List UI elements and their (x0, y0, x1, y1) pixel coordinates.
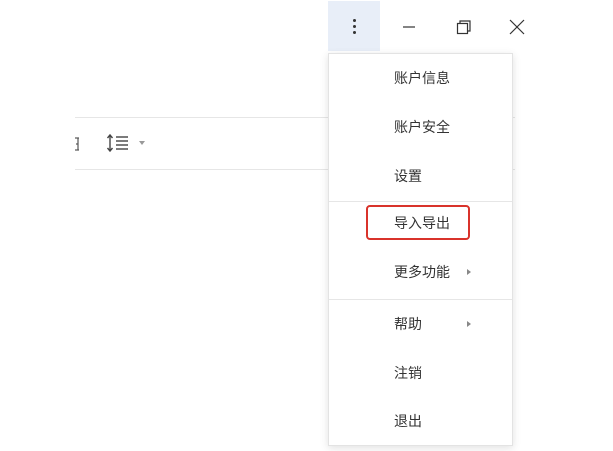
menu-item-label: 账户信息 (394, 71, 450, 87)
close-button[interactable] (492, 4, 542, 50)
menu-item-more-features[interactable]: 更多功能 (329, 252, 512, 292)
menu-item-help[interactable]: 帮助 (329, 304, 512, 344)
toolbar-partial-icon[interactable] (74, 135, 80, 153)
close-icon (509, 19, 525, 35)
menu-item-label: 设置 (394, 169, 422, 185)
submenu-arrow-icon (467, 321, 471, 327)
menu-item-label: 导入导出 (394, 216, 450, 232)
menu-item-label: 更多功能 (394, 265, 450, 281)
line-spacing-icon[interactable] (106, 133, 130, 153)
minimize-button[interactable] (384, 4, 434, 50)
menu-item-import-export[interactable]: 导入导出 (329, 203, 512, 243)
restore-button[interactable] (438, 4, 488, 50)
menu-divider (329, 201, 512, 202)
more-options-button[interactable] (328, 1, 380, 51)
menu-item-settings[interactable]: 设置 (329, 156, 512, 196)
caret-down-icon[interactable] (139, 141, 145, 145)
minimize-icon (403, 26, 415, 28)
more-vertical-icon (352, 18, 356, 34)
restore-icon (456, 20, 471, 35)
menu-item-exit[interactable]: 退出 (329, 401, 512, 441)
menu-item-logout[interactable]: 注销 (329, 353, 512, 393)
menu-item-label: 注销 (394, 366, 422, 382)
menu-item-label: 账户安全 (394, 120, 450, 136)
menu-item-label: 退出 (394, 414, 422, 430)
more-options-menu: 账户信息 账户安全 设置 导入导出 更多功能 帮助 注销 退出 (328, 53, 513, 446)
menu-item-label: 帮助 (394, 317, 422, 333)
menu-item-account-info[interactable]: 账户信息 (329, 58, 512, 98)
submenu-arrow-icon (467, 269, 471, 275)
menu-item-account-security[interactable]: 账户安全 (329, 107, 512, 147)
menu-divider (329, 299, 512, 300)
